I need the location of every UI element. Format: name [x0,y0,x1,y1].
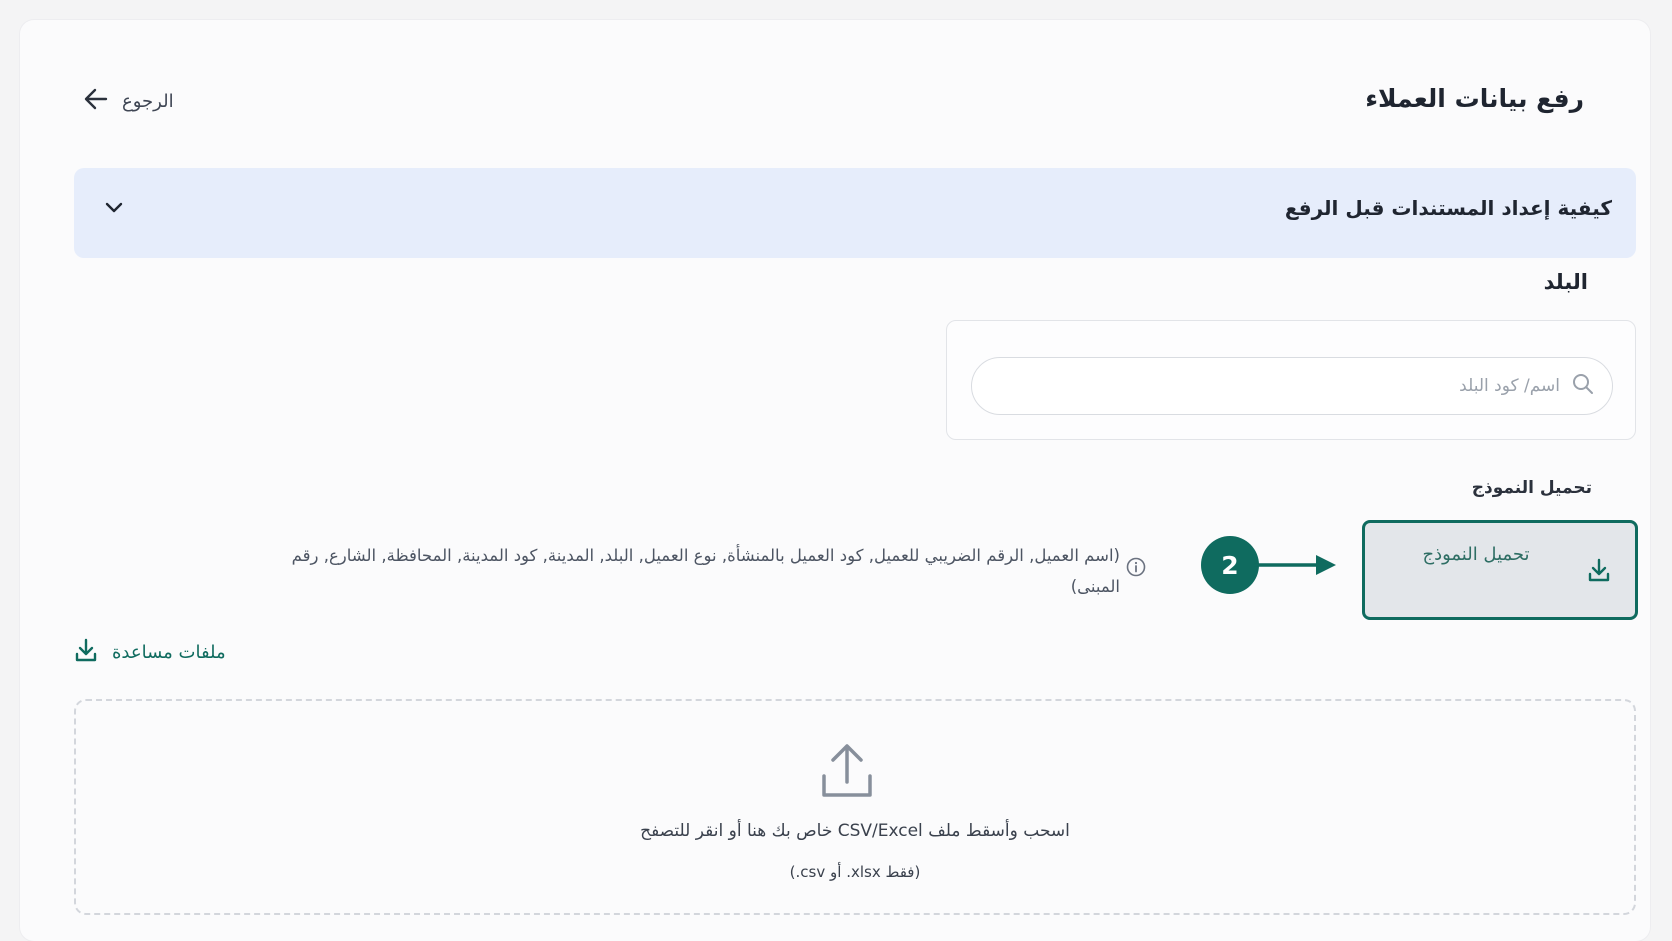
file-dropzone[interactable]: اسحب وأسقط ملف CSV/Excel خاص بك هنا أو ا… [74,699,1636,915]
accordion-title: كيفية إعداد المستندات قبل الرفع [1284,196,1612,220]
country-search-input[interactable]: اسم/ كود البلد [971,357,1613,415]
help-files-label: ملفات مساعدة [112,641,226,663]
template-fields-info: (اسم العميل, الرقم الضريبي للعميل, كود ا… [250,540,1146,602]
download-icon [74,637,98,667]
arrow-left-icon [84,88,108,114]
chevron-down-icon [104,200,124,219]
upload-icon [819,742,875,804]
info-icon [1126,556,1146,587]
fields-info-text: (اسم العميل, الرقم الضريبي للعميل, كود ا… [291,546,1120,596]
search-placeholder: اسم/ كود البلد [1459,376,1560,396]
instructions-accordion[interactable]: كيفية إعداد المستندات قبل الرفع [74,168,1636,258]
back-label: الرجوع [122,90,174,112]
help-files-link[interactable]: ملفات مساعدة [74,637,226,667]
arrow-right-icon [1254,553,1336,581]
download-template-label: تحميل النموذج [1422,544,1530,565]
country-label: البلد [1543,270,1588,294]
back-button[interactable]: الرجوع [84,88,174,114]
dropzone-file-types: (.csv أو .xlsx فقط) [789,863,921,881]
template-section-label: تحميل النموذج [1471,478,1592,498]
upload-card: رفع بيانات العملاء الرجوع كيفية إعداد ال… [20,20,1650,941]
download-icon [1587,557,1611,587]
download-template-button[interactable]: تحميل النموذج [1362,520,1638,620]
step-badge: 2 [1201,536,1259,594]
page-title: رفع بيانات العملاء [1365,84,1584,113]
dropzone-instructions: اسحب وأسقط ملف CSV/Excel خاص بك هنا أو ا… [640,821,1070,841]
country-panel: اسم/ كود البلد [946,320,1636,440]
search-icon [1572,373,1594,399]
